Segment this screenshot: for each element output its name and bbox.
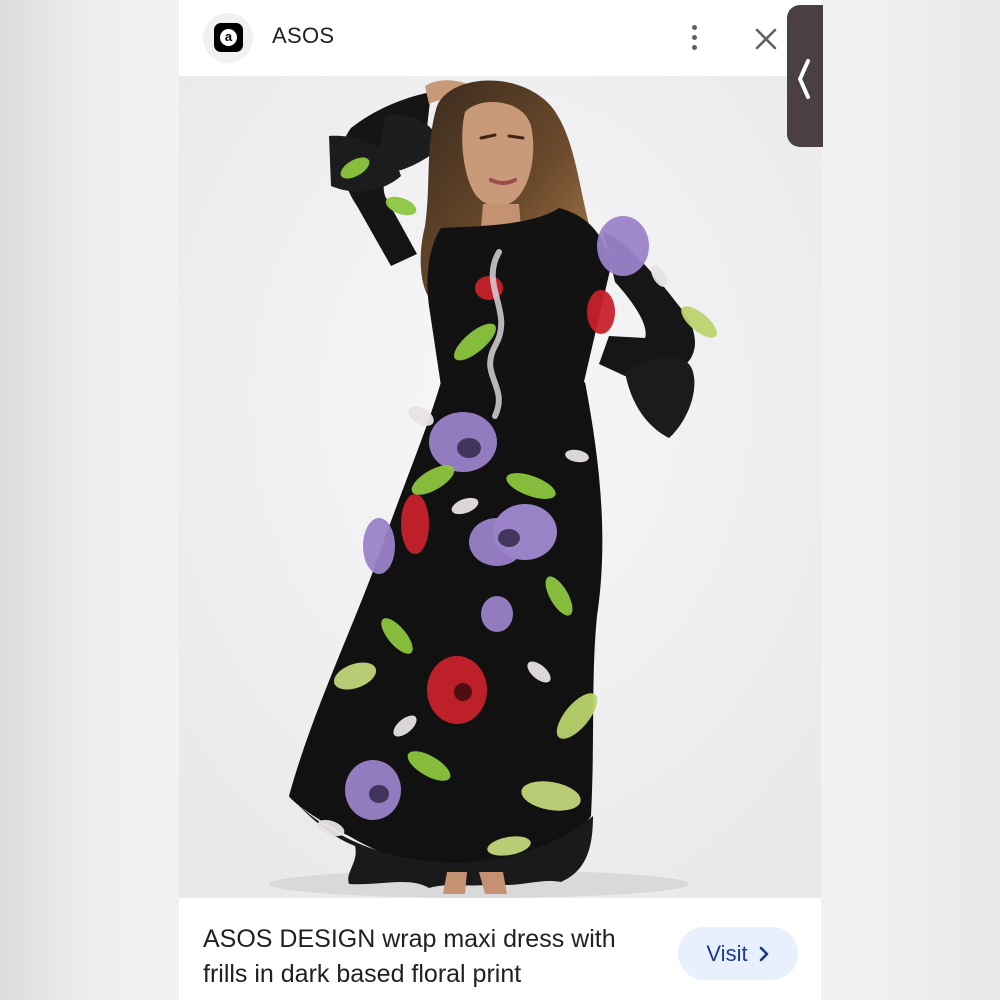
close-button[interactable] (749, 22, 783, 56)
product-image[interactable] (179, 76, 821, 898)
more-options-button[interactable] (679, 20, 709, 56)
chevron-right-icon (759, 946, 768, 961)
chevron-left-icon (798, 59, 810, 99)
dress-photo (179, 76, 821, 898)
product-caption: ASOS DESIGN wrap maxi dress with frills … (179, 898, 821, 1000)
product-title[interactable]: ASOS DESIGN wrap maxi dress with frills … (203, 922, 663, 992)
site-icon-button[interactable]: a (203, 13, 253, 63)
site-name[interactable]: ASOS (272, 23, 334, 49)
visit-label: Visit (706, 940, 748, 966)
visit-button[interactable]: Visit (678, 927, 798, 980)
asos-logo-icon: a (214, 23, 243, 52)
preview-header: a ASOS (179, 0, 821, 76)
close-icon (755, 28, 777, 50)
edge-panel-handle[interactable] (787, 5, 823, 147)
preview-panel: a ASOS ASOS DESIGN wrap maxi dress with … (179, 0, 821, 1000)
